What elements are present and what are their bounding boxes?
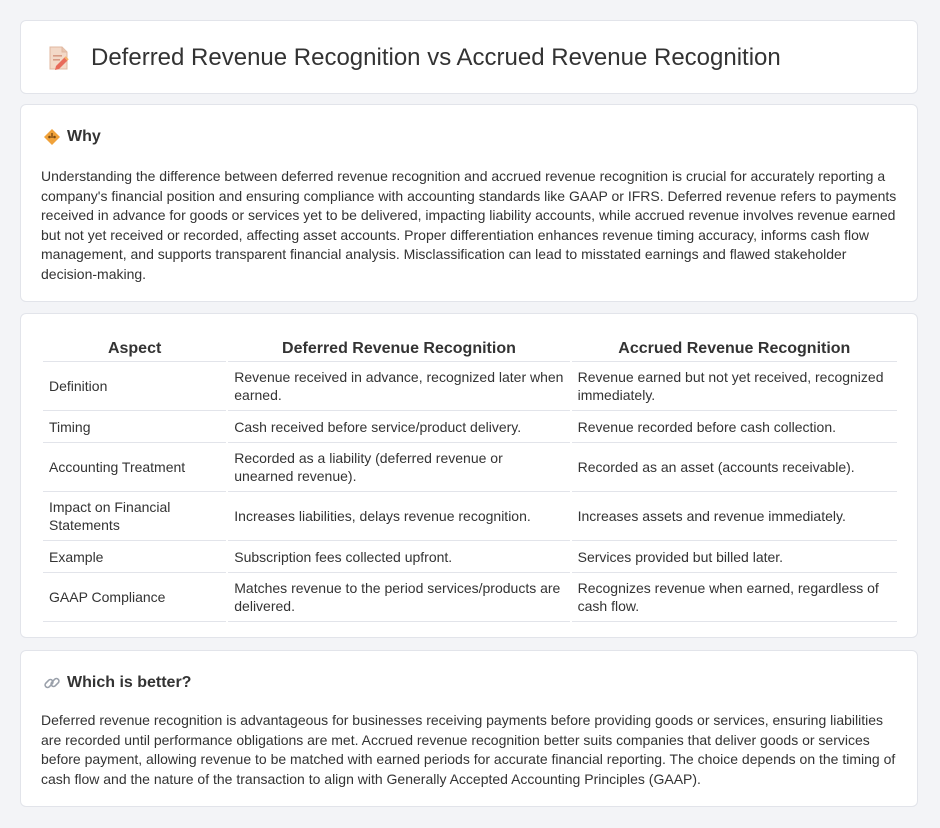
table-header-row: Aspect Deferred Revenue Recognition Accr… — [43, 334, 897, 362]
row-deferred: Recorded as a liability (deferred revenu… — [228, 443, 570, 492]
table-row: Definition Revenue received in advance, … — [43, 362, 897, 411]
row-accrued: Revenue earned but not yet received, rec… — [571, 362, 897, 411]
row-deferred: Subscription fees collected upfront. — [228, 541, 570, 573]
row-aspect: Accounting Treatment — [43, 443, 227, 492]
row-accrued: Revenue recorded before cash collection. — [571, 411, 897, 443]
why-heading: Why — [43, 127, 101, 147]
document-edit-icon — [47, 45, 71, 71]
row-deferred: Cash received before service/product del… — [228, 411, 570, 443]
page-title: Deferred Revenue Recognition vs Accrued … — [91, 44, 781, 71]
header-accrued: Accrued Revenue Recognition — [571, 334, 897, 362]
why-title: Why — [67, 128, 101, 145]
row-deferred: Revenue received in advance, recognized … — [228, 362, 570, 411]
row-accrued: Recognizes revenue when earned, regardle… — [571, 573, 897, 622]
why-body: Understanding the difference between def… — [41, 168, 897, 282]
title-row: Deferred Revenue Recognition vs Accrued … — [47, 43, 781, 73]
row-aspect: Timing — [43, 411, 227, 443]
table-row: Impact on Financial Statements Increases… — [43, 492, 897, 541]
row-accrued: Recorded as an asset (accounts receivabl… — [571, 443, 897, 492]
row-aspect: GAAP Compliance — [43, 573, 227, 622]
which-is-better-section: Which is better? Deferred revenue recogn… — [20, 650, 918, 807]
better-body: Deferred revenue recognition is advantag… — [41, 712, 896, 787]
row-accrued: Increases assets and revenue immediately… — [571, 492, 897, 541]
table-row: GAAP Compliance Matches revenue to the p… — [43, 573, 897, 622]
row-aspect: Impact on Financial Statements — [43, 492, 227, 541]
better-heading: Which is better? — [43, 673, 191, 693]
row-aspect: Example — [43, 541, 227, 573]
why-section: Why Understanding the difference between… — [20, 104, 918, 302]
row-deferred: Matches revenue to the period services/p… — [228, 573, 570, 622]
better-title: Which is better? — [67, 674, 192, 691]
link-icon — [43, 674, 61, 692]
table-row: Example Subscription fees collected upfr… — [43, 541, 897, 573]
diamond-warning-icon — [43, 128, 61, 146]
comparison-section: Aspect Deferred Revenue Recognition Accr… — [20, 313, 918, 638]
header-aspect: Aspect — [43, 334, 227, 362]
comparison-table: Aspect Deferred Revenue Recognition Accr… — [41, 334, 899, 622]
table-row: Accounting Treatment Recorded as a liabi… — [43, 443, 897, 492]
row-aspect: Definition — [43, 362, 227, 411]
header-card: Deferred Revenue Recognition vs Accrued … — [20, 20, 918, 94]
row-deferred: Increases liabilities, delays revenue re… — [228, 492, 570, 541]
table-row: Timing Cash received before service/prod… — [43, 411, 897, 443]
header-deferred: Deferred Revenue Recognition — [228, 334, 570, 362]
row-accrued: Services provided but billed later. — [571, 541, 897, 573]
